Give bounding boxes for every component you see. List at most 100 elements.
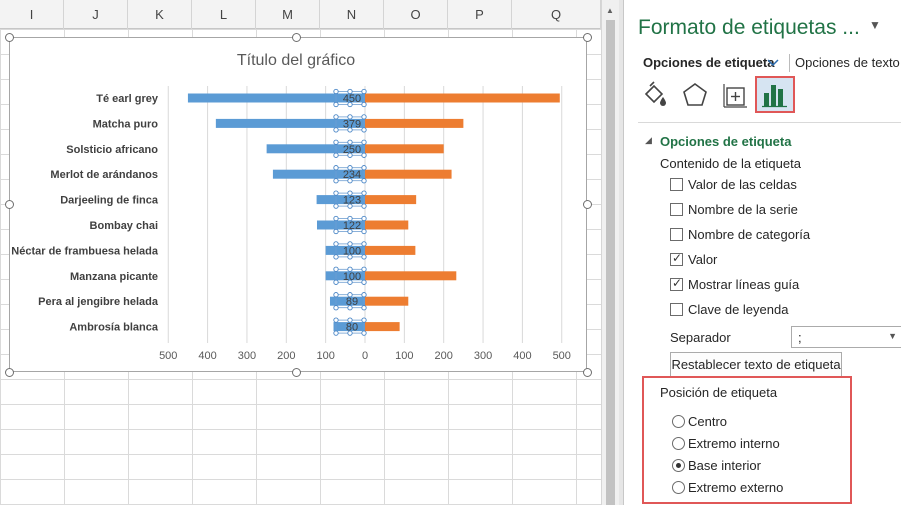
- format-data-labels-pane: Formato de etiquetas ... ▼ Opciones de e…: [623, 0, 901, 505]
- scrollbar-thumb[interactable]: [606, 20, 615, 505]
- label-handle: [333, 127, 339, 133]
- bar: [187, 93, 365, 103]
- checkbox[interactable]: ✓: [670, 251, 683, 266]
- column-header[interactable]: P: [448, 0, 512, 29]
- x-tick-label: 100: [316, 350, 334, 362]
- data-label: 250: [343, 144, 361, 156]
- checkbox[interactable]: [670, 178, 683, 191]
- category-label: Matcha puro: [93, 118, 159, 130]
- label-handle: [333, 241, 339, 247]
- bar: [365, 144, 444, 154]
- content-heading: Contenido de la etiqueta: [660, 156, 801, 171]
- radio-label[interactable]: Base interior: [688, 458, 761, 473]
- category-label: Darjeeling de finca: [60, 195, 159, 207]
- separator-dropdown[interactable]: ; ▼: [791, 326, 901, 348]
- bar: [365, 322, 400, 332]
- resize-handle[interactable]: [5, 33, 14, 42]
- label-handle: [361, 330, 367, 336]
- checkbox-label[interactable]: Nombre de la serie: [688, 202, 798, 217]
- reset-label-text-button[interactable]: Restablecer texto de etiqueta: [670, 352, 842, 377]
- separator-label: Separador: [670, 330, 731, 345]
- checkbox[interactable]: [670, 203, 683, 216]
- fill-line-icon[interactable]: [640, 80, 670, 110]
- label-options-tab[interactable]: [755, 76, 795, 113]
- chart-object[interactable]: Título del gráfico 500 400 300 200 100 0 100 200…: [9, 37, 587, 372]
- checkbox-label[interactable]: Mostrar líneas guía: [688, 277, 799, 292]
- label-handle: [361, 228, 367, 235]
- x-tick-label: 400: [513, 350, 531, 362]
- data-label: 123: [343, 195, 361, 207]
- radio-label[interactable]: Extremo interno: [688, 436, 780, 451]
- chevron-down-icon[interactable]: ▼: [888, 331, 897, 341]
- collapse-triangle-icon[interactable]: ◢: [645, 135, 652, 146]
- label-handle: [361, 241, 367, 247]
- radio-label[interactable]: Centro: [688, 414, 727, 429]
- spreadsheet-grid[interactable]: I J K L M N O P Q Título del gráfico 500 4…: [0, 0, 601, 505]
- data-label: 100: [343, 271, 361, 283]
- checkbox[interactable]: ✓: [670, 276, 683, 291]
- data-label: 89: [346, 296, 358, 308]
- vertical-scrollbar[interactable]: ▲: [601, 0, 619, 505]
- label-handle: [333, 178, 339, 184]
- category-label: Pera al jengibre helada: [38, 296, 159, 308]
- resize-handle[interactable]: [292, 368, 301, 377]
- data-label: 122: [343, 220, 361, 232]
- size-properties-icon[interactable]: [720, 80, 750, 110]
- column-header[interactable]: O: [384, 0, 448, 29]
- pane-options-chevron-icon[interactable]: ▼: [869, 18, 881, 32]
- radio-button[interactable]: [672, 459, 685, 472]
- radio-selected-dot: [676, 463, 681, 468]
- column-header[interactable]: M: [256, 0, 320, 29]
- x-tick-label: 0: [362, 350, 368, 362]
- label-handle: [333, 305, 339, 311]
- radio-button[interactable]: [672, 437, 685, 450]
- column-header[interactable]: L: [192, 0, 256, 29]
- label-handle: [361, 165, 367, 171]
- tab-label-options[interactable]: Opciones de etiqueta: [643, 55, 774, 70]
- x-tick-label: 300: [474, 350, 492, 362]
- radio-button[interactable]: [672, 481, 685, 494]
- checkbox[interactable]: [670, 228, 683, 241]
- column-header[interactable]: N: [320, 0, 384, 29]
- chevron-down-icon[interactable]: [767, 57, 779, 69]
- tab-divider: [789, 54, 790, 72]
- label-handle: [333, 292, 339, 298]
- label-handle: [361, 178, 367, 184]
- column-header[interactable]: I: [0, 0, 64, 29]
- x-tick-label: 500: [553, 350, 571, 362]
- checkbox[interactable]: [670, 303, 683, 316]
- label-handle: [333, 228, 339, 235]
- bar: [365, 169, 452, 179]
- column-header[interactable]: K: [128, 0, 192, 29]
- label-handle: [333, 254, 339, 260]
- chart-canvas[interactable]: Título del gráfico 500 400 300 200 100 0 100 200…: [10, 38, 588, 373]
- x-tick-label: 200: [435, 350, 453, 362]
- label-handle: [361, 266, 367, 272]
- column-header[interactable]: J: [64, 0, 128, 29]
- resize-handle[interactable]: [583, 368, 592, 377]
- section-title[interactable]: Opciones de etiqueta: [660, 134, 791, 149]
- radio-button[interactable]: [672, 415, 685, 428]
- tab-text-options[interactable]: Opciones de texto: [795, 55, 900, 70]
- resize-handle[interactable]: [583, 200, 592, 209]
- radio-label[interactable]: Extremo externo: [688, 480, 783, 495]
- checkmark-icon: ✓: [672, 276, 683, 290]
- resize-handle[interactable]: [5, 200, 14, 209]
- label-handle: [361, 190, 367, 196]
- bar: [365, 93, 560, 103]
- checkbox-label[interactable]: Valor: [688, 252, 717, 267]
- resize-handle[interactable]: [5, 368, 14, 377]
- resize-handle[interactable]: [292, 33, 301, 42]
- checkbox-label[interactable]: Clave de leyenda: [688, 302, 788, 317]
- scroll-up-icon[interactable]: ▲: [606, 6, 614, 15]
- effects-icon[interactable]: [680, 80, 710, 110]
- category-label: Bombay chai: [90, 220, 158, 232]
- label-handle: [361, 152, 367, 158]
- checkbox-label[interactable]: Valor de las celdas: [688, 177, 797, 192]
- column-header[interactable]: Q: [512, 0, 601, 29]
- resize-handle[interactable]: [583, 33, 592, 42]
- checkbox-label[interactable]: Nombre de categoría: [688, 227, 810, 242]
- position-heading: Posición de etiqueta: [660, 385, 778, 400]
- bar: [365, 195, 417, 205]
- label-handle: [333, 114, 339, 120]
